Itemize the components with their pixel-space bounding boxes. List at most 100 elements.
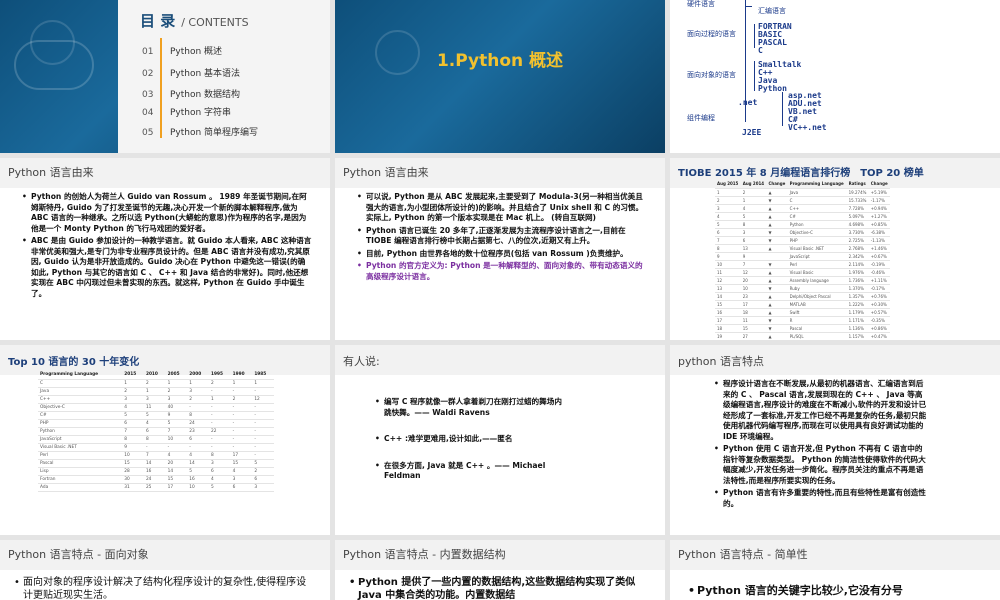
table-cell: 1.171% (846, 316, 869, 325)
table-row: C++ 3 3 3 2 1 2 12 (38, 395, 274, 404)
table-cell: ▼ (766, 316, 788, 325)
table-cell: 1.136% (846, 324, 869, 333)
table-cell: 19.274% (846, 188, 869, 197)
table-cell: 6 (143, 427, 166, 436)
table-cell: 10 (187, 483, 209, 492)
table-cell: Python (38, 427, 123, 436)
table-cell: Ada (38, 483, 123, 492)
table-cell: ▼ (766, 284, 788, 293)
table-cell: Python (787, 220, 847, 229)
table-cell (766, 252, 788, 261)
slide-feature-builtin[interactable]: Python 语言特点 - 内置数据结构 Python 提供了一些内置的数据结构… (335, 540, 665, 600)
slide-origin-1[interactable]: Python 语言由来 Python 的创始人为荷兰人 Guido van Ro… (0, 158, 330, 340)
table-cell: 14 (187, 459, 209, 468)
bullet-text: 程序设计语言在不断发展,从最初的机器语言、汇编语言到后来的 C 、 Pascal… (714, 379, 930, 442)
slide-feature-simplicity[interactable]: Python 语言特点 - 简单性 Python 语言的关键字比较少,它没有分号 (670, 540, 1000, 600)
column-header: Aug 2015 (715, 180, 741, 189)
slide-contents[interactable]: 目 录 / CONTENTS 01 Python 概述 02 Python 基本语法 … (0, 0, 330, 153)
language-name: C (758, 46, 763, 55)
tree-category: 硬件语言 (687, 0, 715, 8)
table-row: 17 11 ▼ R 1.171% -0.35% (715, 316, 890, 325)
table-row: 8 13 ▲ Visual Basic .NET 2.768% +1.46% (715, 244, 890, 253)
table-cell: Pascal (787, 324, 847, 333)
slide-feature-oo[interactable]: Python 语言特点 - 面向对象 面向对象的程序设计解决了结构化程序设计的复… (0, 540, 330, 600)
slide-body: Python 语言的关键字比较少,它没有分号 (670, 570, 1000, 600)
table-cell: - (252, 427, 274, 436)
table-cell: 23 (740, 292, 767, 301)
table-cell: - (252, 403, 274, 412)
table-cell: -1.13% (868, 236, 890, 245)
table-cell: Pascal (38, 459, 123, 468)
table-cell: - (208, 403, 231, 412)
column-header: Change (868, 180, 890, 189)
table-cell: +0.86% (868, 324, 890, 333)
table-row: 7 6 ▼ PHP 2.725% -1.13% (715, 236, 890, 245)
table-cell: 1.179% (846, 308, 869, 317)
table-row: 3 4 ▲ C++ 7.728% +0.94% (715, 204, 890, 213)
table-cell: 16 (715, 308, 741, 317)
table-cell: 1 (252, 379, 274, 388)
table-cell: C++ (787, 204, 847, 213)
table-cell: ▲ (766, 212, 788, 221)
column-header: Ratings (846, 180, 869, 189)
table-cell: PHP (787, 236, 847, 245)
table-cell: Perl (38, 451, 123, 460)
table-cell: 16 (187, 475, 209, 484)
table-cell: +0.94% (868, 204, 890, 213)
table-cell: Ruby (787, 284, 847, 293)
table-cell: 11 (143, 403, 166, 412)
table-cell: ▼ (766, 196, 788, 205)
table-cell: - (230, 435, 253, 444)
bullet-text: Python 提供了一些内置的数据结构,这些数据结构实现了类似 Java 中集合… (349, 576, 643, 600)
table-cell: ▲ (766, 308, 788, 317)
table-cell: 2 (715, 196, 741, 205)
table-cell: 1.222% (846, 300, 869, 309)
slide-body: Python 提供了一些内置的数据结构,这些数据结构实现了类似 Java 中集合… (335, 570, 665, 600)
slide-features[interactable]: python 语言特点 程序设计语言在不断发展,从最初的机器语言、汇编语言到后来… (670, 345, 1000, 535)
table-cell: 6 (252, 475, 274, 484)
slide-tiobe-ranking[interactable]: TIOBE 2015 年 8 月编程语言排行榜 TOP 20 榜单 Aug 20… (670, 158, 1000, 340)
slide-origin-2[interactable]: Python 语言由来 可以说, Python 是从 ABC 发展起来,主要受到… (335, 158, 665, 340)
slide-header: Python 语言由来 (343, 166, 429, 179)
column-header: 2010 (143, 371, 166, 380)
table-row: PHP 6 4 5 24- - - (38, 419, 274, 428)
table-cell: Swift (787, 308, 847, 317)
table-cell: 20 (165, 459, 188, 468)
table-cell: 1 (715, 188, 741, 197)
table-cell: 2 (252, 467, 274, 476)
table-row: C1211211 (38, 379, 274, 388)
table-cell: +0.30% (868, 300, 890, 309)
table-cell: C (787, 196, 847, 205)
column-header: Aug 2014 (740, 180, 767, 189)
table-cell: 3 (122, 395, 144, 404)
table-cell: 1.370% (846, 284, 869, 293)
toc-item: 01 Python 概述 (142, 47, 223, 57)
slide-language-tree[interactable]: 硬件语言 汇编语言 面向过程的语言 FORTRAN BASIC PASCAL C… (670, 0, 1000, 153)
table-cell: 5 (143, 411, 166, 420)
table-cell: 9 (165, 411, 188, 420)
table-row: 15 17 ▲ MATLAB 1.222% +0.30% (715, 300, 890, 309)
slide-quotes[interactable]: 有人说: 编写 C 程序就像一群人拿着剃刀在刚打过蜡的舞场内跳快舞。—— Wal… (335, 345, 665, 535)
table-cell: 8 (740, 220, 767, 229)
column-header: 2000 (187, 371, 209, 380)
table-cell: Java (38, 387, 123, 396)
table-cell: 7 (143, 451, 166, 460)
table-row: 9 9 JavaScript 2.342% +0.67% (715, 252, 890, 261)
table-cell: - (252, 451, 274, 460)
table-cell: Visual Basic .NET (787, 244, 847, 253)
table-cell: 17 (740, 300, 767, 309)
slide-section-title[interactable]: 1.Python 概述 (335, 0, 665, 153)
table-cell: 15 (122, 459, 144, 468)
column-header: Programming Language (38, 371, 123, 380)
slide-30-year-change[interactable]: Top 10 语言的 30 十年变化 Programming Language 2… (0, 345, 330, 535)
table-cell: 1 (230, 379, 253, 388)
table-cell: 3 (208, 459, 231, 468)
table-row: 5 8 ▲ Python 4.698% +0.85% (715, 220, 890, 229)
table-cell: 9 (715, 252, 741, 261)
table-cell: 2 (230, 395, 253, 404)
table-cell: -6.38% (868, 228, 890, 237)
table-cell: 14 (715, 292, 741, 301)
table-cell: 2 (143, 379, 166, 388)
table-cell: 5 (122, 411, 144, 420)
slide-body: Python 的创始人为荷兰人 Guido van Rossum 。 1989 … (0, 188, 330, 340)
